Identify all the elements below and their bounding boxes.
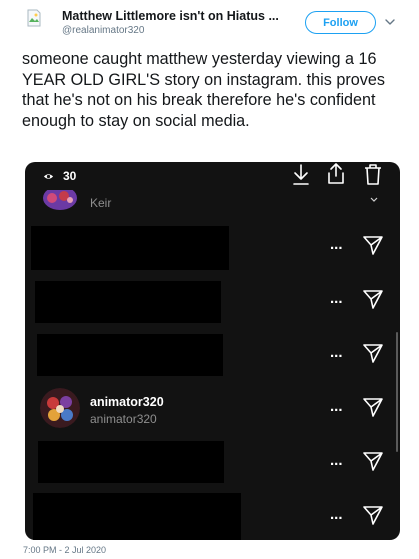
author-avatar-broken-image-icon[interactable] <box>22 6 46 30</box>
more-icon[interactable]: ... <box>330 506 343 523</box>
more-icon[interactable]: ... <box>330 452 343 469</box>
trash-icon[interactable] <box>362 162 384 187</box>
more-icon[interactable]: ... <box>330 236 343 253</box>
viewer-name[interactable]: Keir <box>90 196 111 210</box>
user-avatar[interactable] <box>40 388 80 428</box>
embedded-screenshot[interactable]: 30 Keir animator320 animator320 ........… <box>25 162 400 540</box>
tweet-text: someone caught matthew yesterday viewing… <box>22 50 385 130</box>
view-count: 30 <box>43 169 76 183</box>
view-count-value: 30 <box>63 169 77 183</box>
viewer-avatar[interactable] <box>42 188 78 214</box>
send-icon[interactable] <box>362 450 384 472</box>
author-handle[interactable]: @realanimator320 <box>62 25 144 36</box>
send-icon[interactable] <box>362 396 384 418</box>
redacted-viewer <box>35 281 221 323</box>
chevron-down-icon[interactable] <box>383 15 397 29</box>
send-icon[interactable] <box>362 342 384 364</box>
redacted-viewer <box>31 226 229 270</box>
tweet-timestamp[interactable]: 7:00 PM - 2 Jul 2020 <box>23 545 106 555</box>
share-icon[interactable] <box>325 162 347 186</box>
author-name[interactable]: Matthew Littlemore isn't on Hiatus ... <box>62 9 279 23</box>
redacted-viewer <box>33 493 241 540</box>
more-icon[interactable]: ... <box>330 290 343 307</box>
send-icon[interactable] <box>362 504 384 526</box>
chevron-down-icon[interactable] <box>370 196 378 204</box>
send-icon[interactable] <box>362 234 384 256</box>
redacted-viewer <box>37 334 223 376</box>
viewer-fullname: animator320 <box>90 412 157 426</box>
more-icon[interactable]: ... <box>330 398 343 415</box>
send-icon[interactable] <box>362 288 384 310</box>
viewer-username[interactable]: animator320 <box>90 395 164 409</box>
redacted-viewer <box>38 441 224 483</box>
eye-icon <box>43 173 54 179</box>
scrollbar[interactable] <box>396 332 398 452</box>
follow-button[interactable]: Follow <box>305 11 376 34</box>
more-icon[interactable]: ... <box>330 344 343 361</box>
download-icon[interactable] <box>291 163 311 187</box>
